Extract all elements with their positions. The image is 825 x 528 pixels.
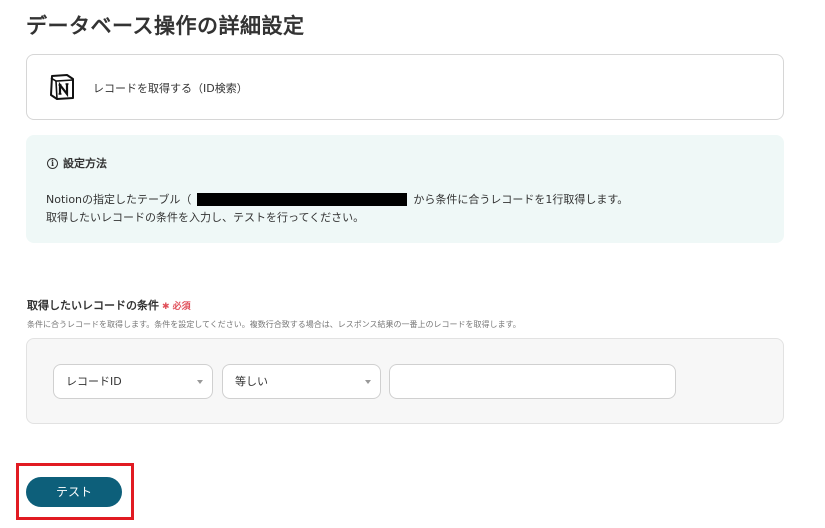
info-icon: i	[47, 157, 58, 169]
info-line-1: Notionの指定したテーブル（ から条件に合うレコードを1行取得します。	[46, 191, 628, 207]
action-card[interactable]: レコードを取得する（ID検索）	[26, 54, 784, 120]
value-input[interactable]	[389, 364, 676, 399]
test-button[interactable]: テスト	[26, 477, 122, 507]
notion-logo	[50, 74, 74, 100]
info-line-1-after: から条件に合うレコードを1行取得します。	[413, 193, 629, 206]
info-line-2: 取得したいレコードの条件を入力し、テストを行ってください。	[46, 211, 365, 224]
info-title: 設定方法	[63, 157, 107, 170]
action-label: レコードを取得する（ID検索）	[93, 82, 248, 95]
required-badge: ✱ 必須	[162, 302, 191, 312]
operator-select-value: 等しい	[235, 375, 268, 388]
chevron-down-icon	[365, 380, 371, 384]
info-header: i 設定方法	[47, 155, 107, 171]
page-title: データベース操作の詳細設定	[26, 14, 305, 38]
condition-help-text: 条件に合うレコードを取得します。条件を設定してください。複数行合致する場合は、レ…	[27, 320, 521, 329]
chevron-down-icon	[197, 380, 203, 384]
info-box: i 設定方法 Notionの指定したテーブル（ から条件に合うレコードを1行取得…	[26, 135, 784, 243]
condition-label-text: 取得したいレコードの条件	[27, 299, 159, 312]
condition-label: 取得したいレコードの条件 ✱ 必須	[27, 297, 191, 313]
condition-panel: レコードID 等しい	[26, 338, 784, 424]
field-select-value: レコードID	[66, 375, 122, 388]
redacted-block	[197, 192, 408, 206]
info-line-1-before: Notionの指定したテーブル（	[46, 193, 192, 206]
field-select[interactable]: レコードID	[53, 364, 213, 399]
operator-select[interactable]: 等しい	[222, 364, 381, 399]
